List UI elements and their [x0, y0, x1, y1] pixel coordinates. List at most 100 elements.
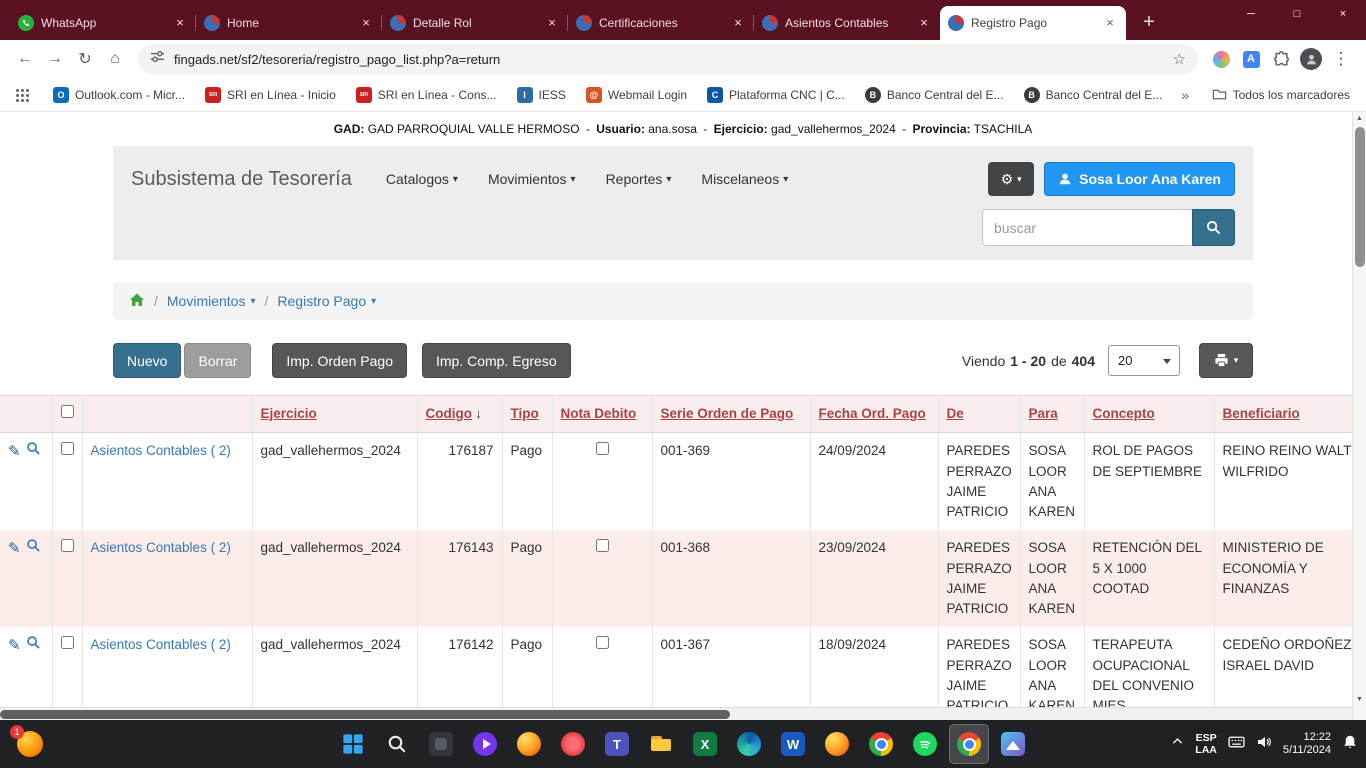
select-all-checkbox[interactable] [61, 405, 74, 418]
row-checkbox[interactable] [61, 539, 74, 552]
url-omnibox[interactable]: fingads.net/sf2/tesoreria/registro_pago_… [138, 44, 1198, 74]
site-settings-icon[interactable] [150, 49, 165, 69]
delete-button[interactable]: Borrar [184, 343, 251, 378]
print-receipt-button[interactable]: Imp. Comp. Egreso [422, 343, 571, 378]
column-header-link[interactable]: Para [1029, 406, 1058, 421]
bookmark-bce-2[interactable]: Banco Central del E... [1015, 83, 1172, 107]
bookmark-bce-1[interactable]: Banco Central del E... [856, 83, 1013, 107]
forward-icon[interactable]: → [40, 44, 70, 74]
taskbar-photos-app[interactable] [993, 724, 1033, 764]
apps-grid-icon[interactable] [14, 87, 30, 103]
tab-close-icon[interactable]: × [172, 15, 188, 31]
taskbar-excel-app[interactable] [685, 724, 725, 764]
bookmark-iess[interactable]: IESS [508, 83, 575, 107]
row-checkbox[interactable] [61, 442, 74, 455]
touch-keyboard-icon[interactable] [1228, 733, 1245, 755]
taskbar-opera-app[interactable] [553, 724, 593, 764]
horizontal-scroll-thumb[interactable] [0, 710, 730, 719]
tab-close-icon[interactable]: × [730, 15, 746, 31]
back-icon[interactable]: ← [10, 44, 40, 74]
language-indicator[interactable]: ESP LAA [1195, 732, 1217, 756]
settings-gear-button[interactable]: ⚙▾ [988, 162, 1034, 196]
clock[interactable]: 12:22 5/11/2024 [1283, 731, 1331, 757]
column-header-link[interactable]: Fecha Ord. Pago [819, 406, 926, 421]
vertical-scroll-thumb[interactable] [1355, 127, 1365, 267]
hidden-icons-chevron[interactable] [1171, 735, 1184, 753]
breadcrumb-home-icon[interactable] [129, 292, 145, 311]
taskbar-corner-app[interactable]: 1 [12, 724, 48, 764]
column-header-link[interactable]: Serie Orden de Pago [661, 406, 794, 421]
bookmark-sri-consultas[interactable]: SRI en Línea - Cons... [347, 83, 506, 107]
taskbar-firefox-app[interactable] [509, 724, 549, 764]
all-bookmarks-button[interactable]: Todos los marcadores [1212, 87, 1356, 102]
taskbar-word-app[interactable] [773, 724, 813, 764]
page-size-select[interactable]: 20 [1108, 345, 1180, 376]
bookmark-outlook[interactable]: Outlook.com - Micr... [44, 83, 194, 107]
column-header-link[interactable]: Concepto [1093, 406, 1155, 421]
menu-movimientos[interactable]: Movimientos▾ [488, 171, 576, 187]
menu-reportes[interactable]: Reportes▾ [606, 171, 672, 187]
asientos-contables-link[interactable]: Asientos Contables ( 2) [91, 637, 231, 652]
bookmark-cnc[interactable]: Plataforma CNC | C... [698, 83, 854, 107]
start-button[interactable] [333, 724, 373, 764]
tab-registro-pago[interactable]: Registro Pago × [940, 6, 1126, 40]
taskbar-spotify-app[interactable] [905, 724, 945, 764]
taskbar-edge-app[interactable] [729, 724, 769, 764]
menu-catalogos[interactable]: Catalogos▾ [386, 171, 458, 187]
view-icon[interactable] [26, 538, 41, 559]
search-input[interactable] [982, 209, 1192, 246]
print-order-button[interactable]: Imp. Orden Pago [272, 343, 407, 378]
column-header-link[interactable]: Codigo [426, 406, 473, 421]
new-button[interactable]: Nuevo [113, 343, 181, 378]
bookmark-webmail[interactable]: Webmail Login [577, 83, 696, 107]
new-tab-button[interactable]: + [1136, 11, 1162, 34]
user-button[interactable]: Sosa Loor Ana Karen [1044, 162, 1235, 196]
scroll-up-icon[interactable]: ▲ [1353, 112, 1366, 126]
nota-debito-checkbox[interactable] [596, 636, 609, 649]
column-header-link[interactable]: Ejercicio [261, 406, 317, 421]
minimize-button[interactable]: ─ [1228, 0, 1274, 30]
taskbar-chrome-active[interactable] [949, 724, 989, 764]
maximize-button[interactable]: □ [1274, 0, 1320, 30]
bookmarks-overflow-icon[interactable]: » [1173, 87, 1197, 103]
view-icon[interactable] [26, 441, 41, 462]
tab-detalle-rol[interactable]: Detalle Rol × [382, 6, 568, 40]
tab-whatsapp[interactable]: WhatsApp × [10, 6, 196, 40]
bookmark-star-icon[interactable]: ☆ [1173, 50, 1186, 68]
menu-miscelaneos[interactable]: Miscelaneos▾ [701, 171, 788, 187]
nota-debito-checkbox[interactable] [596, 442, 609, 455]
column-header-link[interactable]: Nota Debito [561, 406, 637, 421]
search-button[interactable] [1192, 209, 1235, 246]
home-icon[interactable]: ⌂ [100, 44, 130, 74]
tab-certificaciones[interactable]: Certificaciones × [568, 6, 754, 40]
edit-icon[interactable]: ✎ [8, 541, 21, 556]
profile-avatar[interactable] [1296, 44, 1326, 74]
nota-debito-checkbox[interactable] [596, 539, 609, 552]
vertical-scrollbar[interactable]: ▲ ▼ [1352, 112, 1366, 720]
scroll-down-icon[interactable]: ▼ [1353, 693, 1366, 707]
asientos-contables-link[interactable]: Asientos Contables ( 2) [91, 443, 231, 458]
url-text[interactable]: fingads.net/sf2/tesoreria/registro_pago_… [174, 52, 1164, 67]
asientos-contables-link[interactable]: Asientos Contables ( 2) [91, 540, 231, 555]
tab-close-icon[interactable]: × [358, 15, 374, 31]
view-icon[interactable] [26, 635, 41, 656]
tab-home[interactable]: Home × [196, 6, 382, 40]
edit-icon[interactable]: ✎ [8, 444, 21, 459]
taskbar-search-button[interactable] [377, 724, 417, 764]
column-header-link[interactable]: Tipo [511, 406, 539, 421]
column-header-link[interactable]: Beneficiario [1223, 406, 1300, 421]
horizontal-scrollbar[interactable] [0, 707, 1352, 720]
notifications-bell-icon[interactable] [1342, 734, 1358, 755]
tab-close-icon[interactable]: × [1102, 15, 1118, 31]
customize-theme-icon[interactable] [1206, 44, 1236, 74]
taskbar-clipchamp-app[interactable] [465, 724, 505, 764]
translate-icon[interactable]: A [1236, 44, 1266, 74]
volume-icon[interactable] [1256, 734, 1272, 755]
taskbar-teams-app[interactable] [597, 724, 637, 764]
taskbar-chrome-app[interactable] [861, 724, 901, 764]
tab-close-icon[interactable]: × [544, 15, 560, 31]
column-header-link[interactable]: De [947, 406, 964, 421]
tab-close-icon[interactable]: × [916, 15, 932, 31]
reload-icon[interactable]: ↻ [70, 44, 100, 74]
print-button[interactable]: ▾ [1199, 343, 1253, 378]
